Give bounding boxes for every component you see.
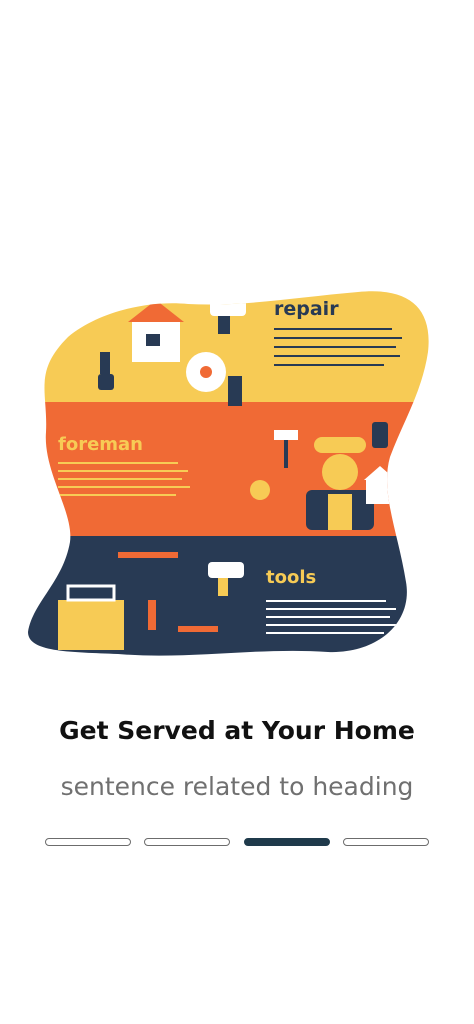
hammer-icon (178, 626, 218, 632)
lantern-icon (372, 422, 388, 448)
onboarding-subheading: sentence related to heading (60, 772, 414, 801)
page-indicator-dot-3[interactable] (243, 838, 330, 846)
foreman-label: foreman (58, 434, 143, 455)
repair-label: repair (274, 298, 339, 320)
page-indicator-dot-2[interactable] (144, 838, 231, 846)
page-indicator (45, 838, 429, 848)
pliers-icon (148, 600, 156, 630)
page-indicator-dot-1[interactable] (45, 838, 131, 846)
measuring-tape-icon (250, 480, 270, 500)
page-indicator-dot-4[interactable] (342, 838, 429, 846)
screwdriver-icon (118, 552, 178, 558)
onboarding-heading: Get Served at Your Home (59, 716, 415, 745)
tools-label: tools (266, 567, 316, 588)
onboarding-illustration: repair foreman tools (28, 291, 429, 656)
saw-blade-icon (186, 352, 226, 392)
